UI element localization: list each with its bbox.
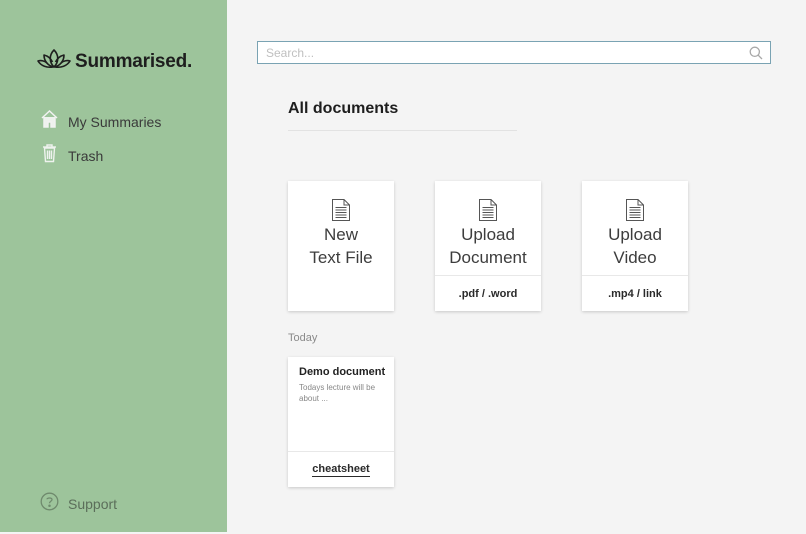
section-label-today: Today [288,332,318,344]
lotus-logo-icon [37,48,71,75]
sidebar-item-label: Trash [68,147,104,164]
document-card[interactable]: Demo document Todays lecture will be abo… [288,357,394,487]
document-preview: Todays lecture will be about ... [299,383,376,403]
document-tag-link[interactable]: cheatsheet [312,463,370,477]
trash-icon [40,143,59,168]
brand-name: Summarised. [75,50,193,72]
card-label: Upload Video [608,225,662,267]
title-divider [288,130,517,131]
upload-document-card[interactable]: Upload Document .pdf / .word [435,181,541,311]
document-title: Demo document [299,366,386,378]
card-label: New Text File [309,225,373,267]
support-label: Support [68,496,118,512]
card-label: Upload Document [449,225,527,267]
sidebar-item-my-summaries[interactable]: My Summaries [40,109,161,134]
page-title: All documents [288,100,399,117]
support-link[interactable]: Support [40,492,117,516]
sidebar: Summarised. My Summaries Trash Support [0,0,227,532]
help-circle-icon [40,492,59,516]
home-icon [40,109,59,134]
search-icon[interactable] [749,46,763,65]
upload-video-card[interactable]: Upload Video .mp4 / link [582,181,688,311]
sidebar-item-trash[interactable]: Trash [40,143,103,168]
card-file-types: .mp4 / link [582,275,688,311]
document-footer: cheatsheet [288,451,394,487]
search-input[interactable] [258,42,744,63]
card-file-types: .pdf / .word [435,275,541,311]
brand-logo[interactable]: Summarised. [37,48,192,75]
search-bar [257,41,771,64]
new-text-file-card[interactable]: New Text File [288,181,394,311]
sidebar-item-label: My Summaries [68,113,162,130]
